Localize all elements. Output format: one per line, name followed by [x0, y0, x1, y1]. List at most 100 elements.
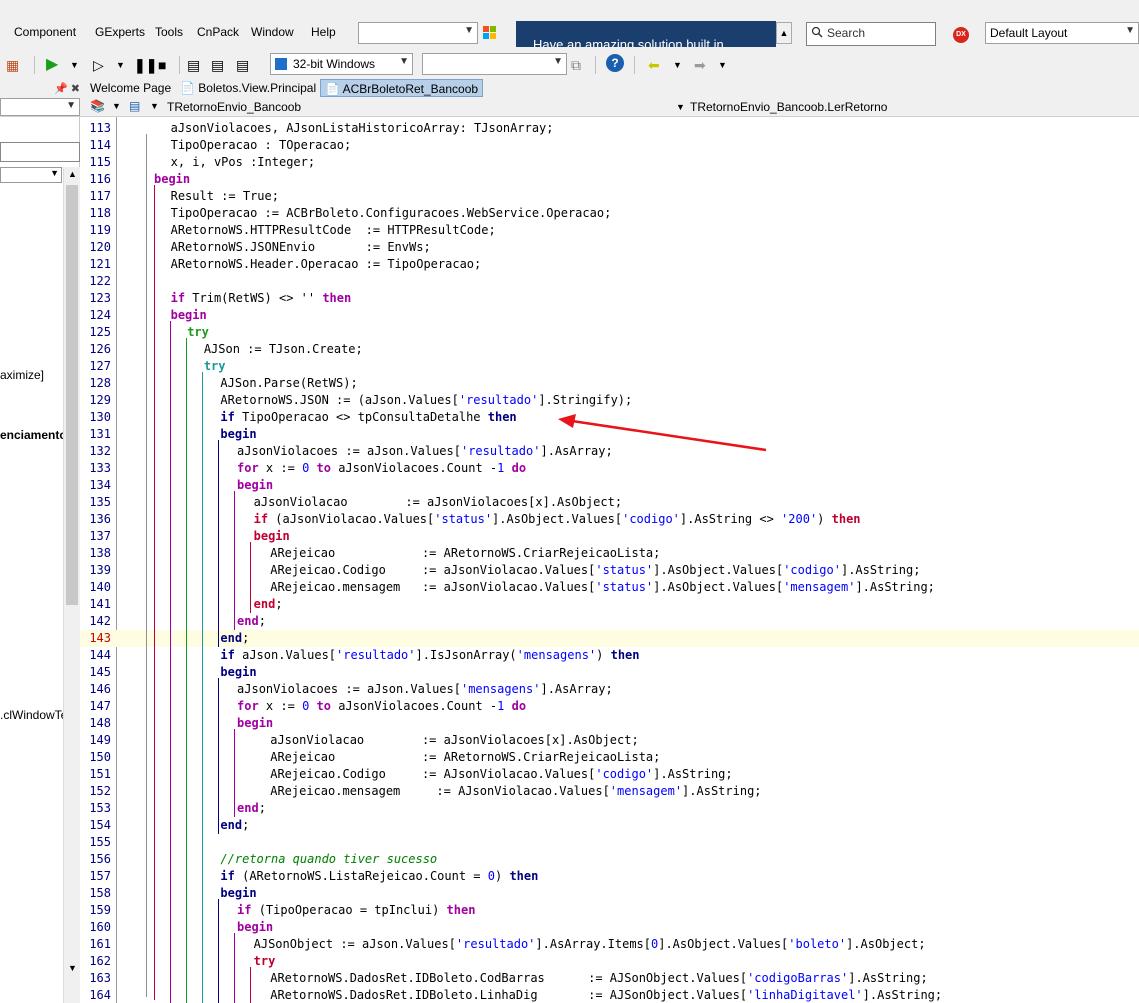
code-line[interactable]: 154 end; [80, 817, 1139, 834]
structure-icon[interactable]: 📚 [90, 99, 105, 113]
code-line[interactable]: 152 ARejeicao.mensagem := AJsonViolacao.V… [80, 783, 1139, 800]
scrollbar-thumb[interactable] [66, 185, 78, 605]
code-line[interactable]: 131 begin [80, 426, 1139, 443]
menu-tools[interactable]: Tools [155, 25, 183, 39]
step-over-icon[interactable]: ▤ [211, 55, 224, 75]
code-line[interactable]: 162 try [80, 953, 1139, 970]
copy-icon[interactable]: ⧉ [571, 55, 581, 75]
pause-icon[interactable]: ❚❚ [134, 55, 157, 75]
code-line[interactable]: 163 ARetornoWS.DadosRet.IDBoleto.CodBarra… [80, 970, 1139, 987]
left-panel-search-input[interactable] [0, 142, 80, 162]
chevron-down-icon[interactable]: ▼ [718, 55, 727, 75]
build-config-combo[interactable]: ▼ [422, 53, 567, 75]
left-panel-scrollbar[interactable]: ▲ ▼ [63, 167, 80, 1003]
code-line[interactable]: 145 begin [80, 664, 1139, 681]
code-line[interactable]: 157 if (ARetornoWS.ListaRejeicao.Count = … [80, 868, 1139, 885]
code-line[interactable]: 143 end; [80, 630, 1139, 647]
forward-arrow-icon[interactable]: ➡ [694, 55, 706, 75]
devexpress-icon[interactable]: DX [953, 27, 969, 43]
code-line[interactable]: 127 try [80, 358, 1139, 375]
code-line[interactable]: 113 aJsonViolacoes, AJsonListaHistoricoAr… [80, 120, 1139, 137]
code-line[interactable]: 142 end; [80, 613, 1139, 630]
code-line[interactable]: 121 ARetornoWS.Header.Operacao := TipoOpe… [80, 256, 1139, 273]
code-line[interactable]: 138 ARejeicao := ARetornoWS.CriarRejeicao… [80, 545, 1139, 562]
code-line[interactable]: 122 [80, 273, 1139, 290]
code-line[interactable]: 123 if Trim(RetWS) <> '' then [80, 290, 1139, 307]
menu-cnpack[interactable]: CnPack [197, 25, 239, 39]
chevron-down-icon[interactable]: ▼ [116, 55, 125, 75]
code-line[interactable]: 151 ARejeicao.Codigo := AJsonViolacao.Val… [80, 766, 1139, 783]
menu-help[interactable]: Help [311, 25, 336, 39]
class-selector[interactable]: TRetornoEnvio_Bancoob [167, 100, 301, 114]
code-line[interactable]: 161 AJSonObject := aJson.Values['resultad… [80, 936, 1139, 953]
ad-banner[interactable]: Have an amazing solution built in [516, 21, 776, 47]
code-line[interactable]: 120 ARetornoWS.JSONEnvio := EnvWs; [80, 239, 1139, 256]
code-line[interactable]: 148 begin [80, 715, 1139, 732]
trace-into-icon[interactable]: ▤ [187, 55, 200, 75]
back-arrow-icon[interactable]: ⬅ [648, 55, 660, 75]
code-line[interactable]: 146 aJsonViolacoes := aJson.Values['mensa… [80, 681, 1139, 698]
desktop-combo[interactable]: ▼ [358, 22, 478, 44]
left-panel-item[interactable]: enciamento [0, 428, 63, 442]
code-line[interactable]: 159 if (TipoOperacao = tpInclui) then [80, 902, 1139, 919]
code-line[interactable]: 116 begin [80, 171, 1139, 188]
code-line[interactable]: 160 begin [80, 919, 1139, 936]
tab-boletos-view-principal[interactable]: 📄 Boletos.View.Principal [176, 79, 320, 97]
code-line[interactable]: 150 ARejeicao := ARetornoWS.CriarRejeicao… [80, 749, 1139, 766]
code-line[interactable]: 155 [80, 834, 1139, 851]
chevron-down-icon[interactable]: ▼ [68, 963, 77, 973]
code-line[interactable]: 153 end; [80, 800, 1139, 817]
code-line[interactable]: 139 ARejeicao.Codigo := aJsonViolacao.Val… [80, 562, 1139, 579]
left-panel-item[interactable]: aximize] [0, 368, 63, 382]
chevron-down-icon[interactable]: ▼ [150, 101, 159, 111]
code-line[interactable]: 128 AJSon.Parse(RetWS); [80, 375, 1139, 392]
code-line[interactable]: 130 if TipoOperacao <> tpConsultaDetalhe … [80, 409, 1139, 426]
code-line[interactable]: 136 if (aJsonViolacao.Values['status'].As… [80, 511, 1139, 528]
platform-combo[interactable]: 32-bit Windows ▼ [270, 53, 413, 75]
class-view-icon[interactable]: ▤ [129, 99, 140, 113]
left-panel-combo-filter[interactable]: ▼ [0, 167, 62, 183]
method-selector[interactable]: TRetornoEnvio_Bancoob.LerRetorno [690, 100, 887, 114]
layout-combo[interactable]: Default Layout ▼ [985, 22, 1139, 44]
code-line[interactable]: 132 aJsonViolacoes := aJson.Values['resul… [80, 443, 1139, 460]
code-line[interactable]: 117 Result := True; [80, 188, 1139, 205]
run-without-debug-icon[interactable]: ▷ [93, 55, 104, 75]
windows-logo-icon[interactable] [483, 26, 497, 40]
chevron-down-icon[interactable]: ▼ [676, 102, 685, 112]
code-line[interactable]: 118 TipoOperacao := ACBrBoleto.Configurac… [80, 205, 1139, 222]
code-line[interactable]: 156 //retorna quando tiver sucesso [80, 851, 1139, 868]
code-line[interactable]: 164 ARetornoWS.DadosRet.IDBoleto.LinhaDig… [80, 987, 1139, 1003]
left-panel-item[interactable]: .clWindowTe [0, 708, 63, 722]
stop-icon[interactable]: ■ [158, 55, 166, 75]
code-line[interactable]: 135 aJsonViolacao := aJsonViolacoes[x].As… [80, 494, 1139, 511]
chevron-down-icon[interactable]: ▼ [112, 101, 121, 111]
chevron-down-icon[interactable]: ▼ [70, 55, 79, 75]
code-line[interactable]: 133 for x := 0 to aJsonViolacoes.Count -1… [80, 460, 1139, 477]
search-input[interactable]: Search [806, 22, 936, 46]
code-line[interactable]: 144 if aJson.Values['resultado'].IsJsonAr… [80, 647, 1139, 664]
code-line[interactable]: 114 TipoOperacao : TOperacao; [80, 137, 1139, 154]
chevron-down-icon[interactable]: ▼ [673, 55, 682, 75]
code-line[interactable]: 119 ARetornoWS.HTTPResultCode := HTTPResu… [80, 222, 1139, 239]
run-icon[interactable]: ▶ [46, 55, 58, 75]
code-line[interactable]: 129 ARetornoWS.JSON := (aJson.Values['res… [80, 392, 1139, 409]
code-editor[interactable]: 113 aJsonViolacoes, AJsonListaHistoricoAr… [80, 117, 1139, 1003]
run-to-cursor-icon[interactable]: ▤ [236, 55, 249, 75]
code-line[interactable]: 126 AJSon := TJson.Create; [80, 341, 1139, 358]
code-line[interactable]: 141 end; [80, 596, 1139, 613]
menu-component[interactable]: Component [14, 25, 76, 39]
menu-gexperts[interactable]: GExperts [95, 25, 145, 39]
tab-acbrboletoret-bancoob[interactable]: 📄 ACBrBoletoRet_Bancoob [320, 79, 484, 97]
package-icon[interactable]: ▦ [6, 55, 19, 75]
code-line[interactable]: 124 begin [80, 307, 1139, 324]
code-line[interactable]: 137 begin [80, 528, 1139, 545]
chevron-up-icon[interactable]: ▲ [776, 22, 792, 44]
code-line[interactable]: 140 ARejeicao.mensagem := aJsonViolacao.V… [80, 579, 1139, 596]
menu-window[interactable]: Window [251, 25, 294, 39]
code-line[interactable]: 149 aJsonViolacao := aJsonViolacoes[x].As… [80, 732, 1139, 749]
code-line[interactable]: 158 begin [80, 885, 1139, 902]
tab-welcome-page[interactable]: Welcome Page [86, 79, 175, 97]
chevron-up-icon[interactable]: ▲ [68, 169, 77, 179]
code-line[interactable]: 134 begin [80, 477, 1139, 494]
code-line[interactable]: 147 for x := 0 to aJsonViolacoes.Count -1… [80, 698, 1139, 715]
